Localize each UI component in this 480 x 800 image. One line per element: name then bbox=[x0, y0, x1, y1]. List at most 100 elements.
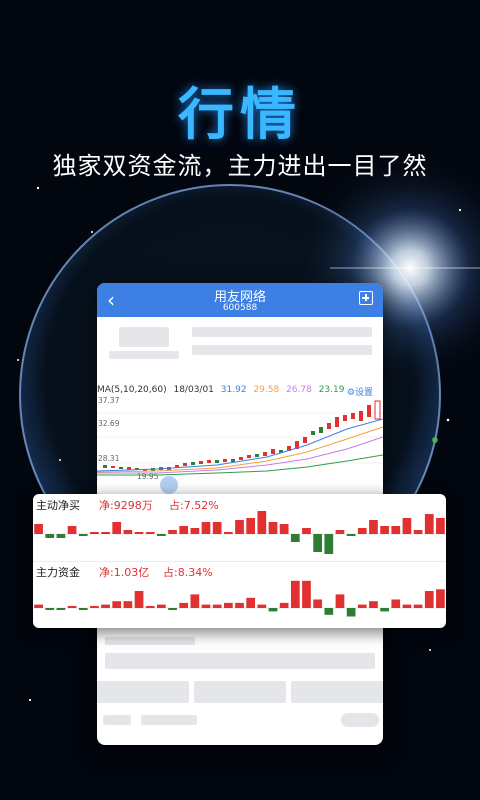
text-placeholder bbox=[105, 653, 375, 669]
flow-bar bbox=[391, 599, 401, 608]
flow-bar bbox=[369, 520, 378, 534]
flow-bar bbox=[357, 528, 367, 534]
flow-bar bbox=[56, 534, 66, 538]
flow-bar bbox=[413, 604, 423, 608]
promo-headline: 行情 bbox=[178, 83, 302, 148]
flow-bar bbox=[201, 522, 211, 534]
flow-bar bbox=[101, 532, 110, 534]
flow-bar bbox=[257, 604, 267, 608]
tab-placeholder bbox=[291, 681, 383, 703]
ma-label: MA(5,10,20,60) bbox=[97, 385, 167, 395]
quote-placeholder bbox=[192, 345, 372, 355]
flow-bar bbox=[357, 604, 367, 608]
flow-bar bbox=[324, 534, 334, 554]
flow-bar bbox=[223, 532, 233, 534]
price-axis-label: 32.69 bbox=[98, 419, 120, 428]
flow-bar bbox=[145, 532, 155, 534]
flow-bar bbox=[279, 524, 289, 534]
flow-bar bbox=[302, 528, 311, 534]
flow-bar bbox=[90, 532, 99, 534]
flow-bar bbox=[157, 604, 166, 608]
flow-bar bbox=[123, 601, 133, 608]
flow-bar bbox=[424, 514, 434, 534]
flow-bar bbox=[45, 608, 55, 610]
capital-flow-panel: 主动净买 净:9298万 占:7.52% 主力资金 净:1.03亿 占:8.34… bbox=[33, 494, 446, 628]
flow-bar bbox=[168, 608, 177, 610]
quote-placeholder bbox=[192, 327, 372, 337]
flow-bar bbox=[302, 580, 311, 608]
flow-bar bbox=[436, 589, 445, 608]
price-axis-label: 37.37 bbox=[98, 397, 120, 405]
flow-bar bbox=[101, 604, 110, 608]
chart-date: 18/03/01 bbox=[173, 385, 214, 395]
flow-bar bbox=[34, 524, 43, 534]
ma60-value: 23.19 bbox=[318, 385, 345, 395]
flow-bar bbox=[257, 511, 267, 534]
stock-code: 600588 bbox=[222, 303, 258, 313]
flow-bar bbox=[190, 528, 200, 534]
flow-bar bbox=[34, 604, 43, 608]
tab-placeholder bbox=[97, 681, 189, 703]
flow-bar bbox=[190, 594, 200, 608]
toolbar-placeholder bbox=[141, 715, 197, 725]
toolbar-placeholder bbox=[103, 715, 131, 725]
flow-bar bbox=[369, 601, 378, 608]
flow-bar bbox=[123, 530, 133, 534]
stock-header-bar: ‹ 用友网络 600588 bbox=[97, 283, 383, 317]
flow-bar bbox=[134, 591, 144, 608]
ma5-value: 31.92 bbox=[220, 385, 247, 395]
flow-bar bbox=[324, 608, 334, 615]
flow-bar bbox=[313, 599, 322, 608]
flow-bar bbox=[157, 534, 166, 536]
add-watchlist-icon[interactable] bbox=[359, 291, 373, 305]
flow-bar bbox=[78, 608, 88, 610]
flow-bar bbox=[112, 522, 122, 534]
ma10-value: 29.58 bbox=[253, 385, 280, 395]
flow-bar bbox=[402, 604, 412, 608]
flow-bar bbox=[346, 534, 356, 536]
flow-bar bbox=[436, 518, 445, 534]
flow-bar bbox=[246, 597, 256, 608]
flow-bar bbox=[56, 608, 66, 610]
flow-bar bbox=[223, 602, 233, 608]
flow-bar bbox=[145, 606, 155, 608]
flow-bar bbox=[380, 608, 389, 612]
flow-bar bbox=[424, 591, 434, 608]
flow-bar bbox=[380, 526, 389, 534]
price-placeholder bbox=[119, 327, 169, 347]
candles bbox=[103, 400, 381, 471]
flow-bar bbox=[313, 534, 322, 552]
flow-bar bbox=[335, 594, 345, 608]
flow-bar bbox=[290, 580, 300, 608]
flow-bar bbox=[346, 608, 356, 617]
flow-bar bbox=[212, 604, 222, 608]
flow-bar bbox=[112, 601, 122, 608]
flow-bar bbox=[67, 526, 77, 534]
flow-bar bbox=[246, 518, 256, 534]
flow-bar bbox=[290, 534, 300, 542]
candlestick-chart[interactable]: 37.37 32.69 28.31 19.95 bbox=[97, 397, 383, 497]
change-placeholder bbox=[109, 351, 179, 359]
flow-bar bbox=[402, 518, 412, 534]
flow-bar bbox=[335, 530, 345, 534]
flow-bar bbox=[67, 606, 77, 608]
toolbar-placeholder bbox=[341, 713, 379, 727]
tab-placeholder bbox=[194, 681, 286, 703]
flow-bar bbox=[90, 606, 99, 608]
flow-bar bbox=[268, 522, 278, 534]
flow-bar bbox=[78, 534, 88, 536]
flow-bar bbox=[168, 530, 177, 534]
flow-bar bbox=[45, 534, 55, 538]
panel-divider bbox=[33, 561, 446, 562]
flow-bar bbox=[179, 602, 189, 608]
flow-bar bbox=[413, 530, 423, 534]
flow-bar bbox=[212, 522, 222, 534]
flow-bar bbox=[179, 526, 189, 534]
flow-bar bbox=[201, 604, 211, 608]
flow-bar bbox=[391, 526, 401, 534]
ma20-value: 26.78 bbox=[286, 385, 312, 395]
flow-bar bbox=[268, 608, 278, 612]
flow-bar bbox=[235, 602, 244, 608]
flow-bar bbox=[134, 532, 144, 534]
flow-bar bbox=[235, 520, 244, 534]
